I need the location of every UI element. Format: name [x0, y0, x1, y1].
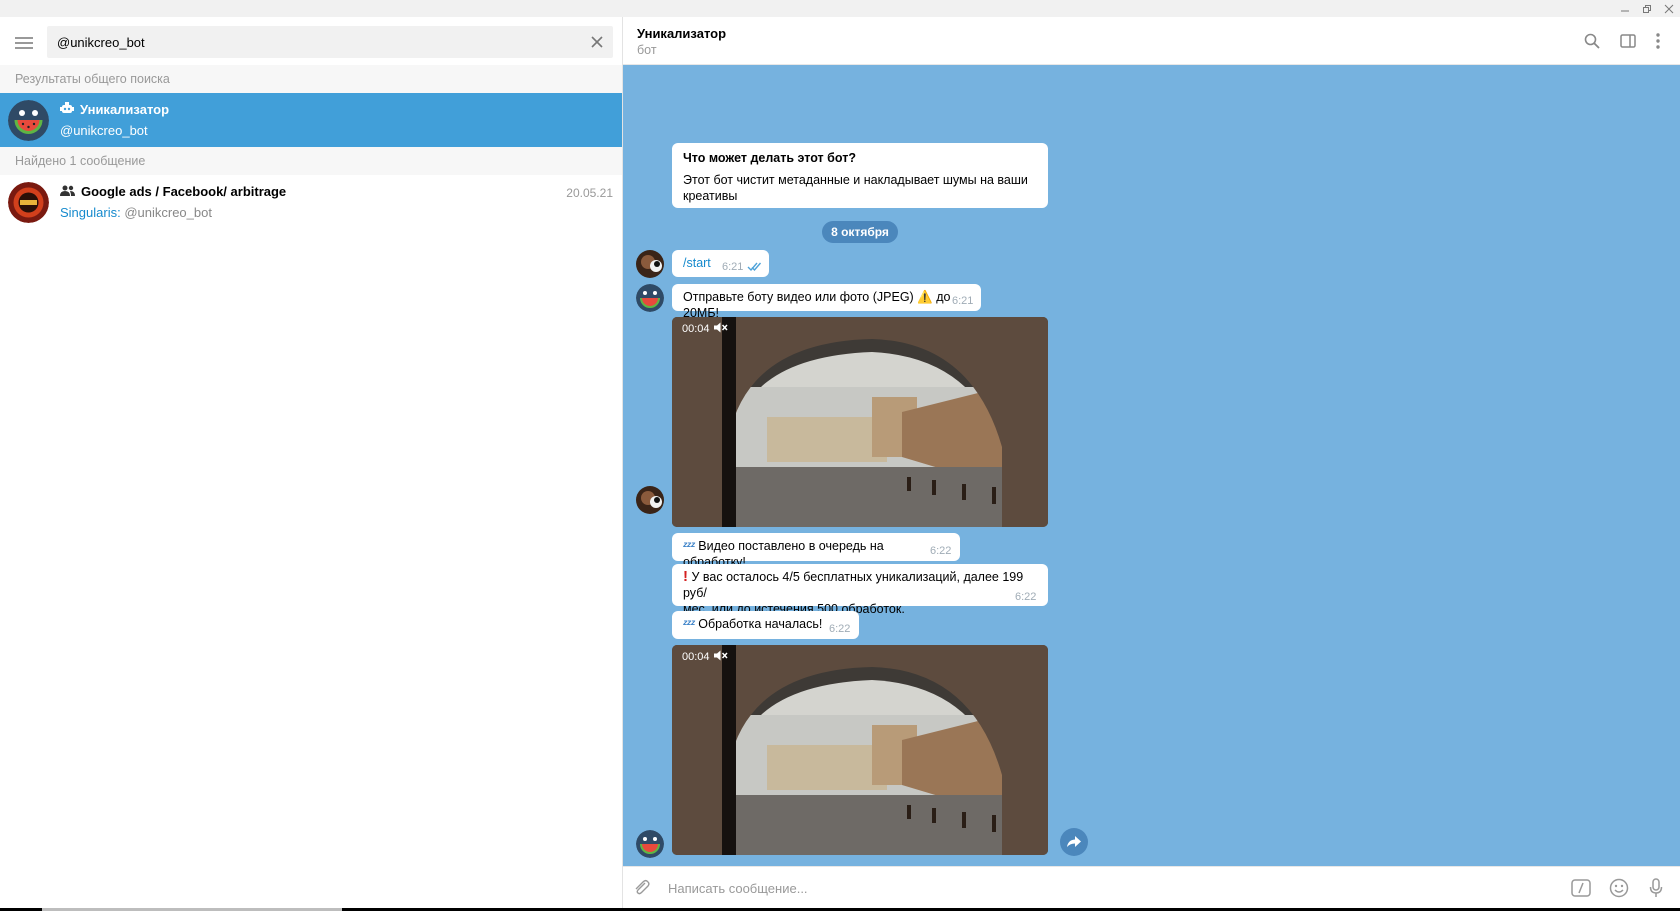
snippet-author: Singularis: [60, 205, 121, 220]
title-bar [0, 0, 1680, 17]
group-icon [60, 184, 75, 199]
message-composer [623, 866, 1680, 908]
search-result-message[interactable]: Google ads / Facebook/ arbitrage 20.05.2… [0, 175, 622, 229]
message-text: Обработка началась! [698, 617, 823, 631]
emoji-icon[interactable] [1607, 876, 1631, 900]
result-title-text: Google ads / Facebook/ arbitrage [81, 184, 287, 199]
share-arrow-icon[interactable] [1060, 828, 1088, 856]
message-bubble[interactable]: ᶻᶻᶻ Обработка началась! 6:22 [672, 611, 859, 639]
sleeping-emoji: ᶻᶻᶻ [683, 539, 695, 553]
telegram-window: Результаты общего поиска Уникализатор @u… [0, 0, 1680, 908]
paperclip-icon[interactable] [630, 876, 654, 900]
search-icon[interactable] [1580, 29, 1604, 53]
message-history[interactable]: Что может делать этот бот? Этот бот чист… [623, 65, 1680, 866]
result-snippet: Singularis: @unikcreo_bot [60, 205, 212, 220]
message-time: 6:21 [952, 295, 974, 307]
microphone-icon[interactable] [1644, 876, 1668, 900]
bot-command-icon[interactable] [1569, 876, 1593, 900]
mute-icon[interactable] [713, 650, 728, 664]
bot-intro-title: Что может делать этот бот? [683, 151, 856, 165]
bot-avatar[interactable] [636, 830, 664, 858]
global-results-header: Результаты общего поиска [0, 65, 622, 93]
exclamation-emoji: ! [683, 568, 688, 585]
chat-header[interactable]: Уникализатор бот [623, 17, 1680, 65]
bot-avatar[interactable] [636, 284, 664, 312]
message-input[interactable] [668, 875, 1468, 901]
bot-command-link[interactable]: /start [683, 256, 711, 270]
sleeping-emoji: ᶻᶻᶻ [683, 617, 695, 631]
message-bubble[interactable]: ! У вас осталось 4/5 бесплатных уникализ… [672, 564, 1048, 616]
search-result-bot[interactable]: Уникализатор @unikcreo_bot [0, 93, 622, 147]
date-separator: 8 октября [822, 221, 898, 243]
video-thumbnail [672, 645, 1048, 855]
video-duration: 00:04 [682, 650, 728, 664]
user-avatar[interactable] [636, 486, 664, 514]
dialogs-panel: Результаты общего поиска Уникализатор @u… [0, 17, 623, 908]
video-message[interactable]: 00:04 [672, 317, 1048, 527]
result-title-text: Уникализатор [80, 102, 170, 117]
sidebar-toggle-icon[interactable] [1616, 29, 1640, 53]
message-time: 6:22 [829, 623, 851, 635]
bot-intro-card: Что может делать этот бот? Этот бот чист… [672, 143, 1048, 208]
message-time: 6:22 [1015, 591, 1037, 603]
chat-status: бот [637, 43, 657, 57]
message-bubble[interactable]: /start 6:21 [672, 250, 769, 277]
video-duration-text: 00:04 [682, 323, 710, 335]
message-bubble[interactable]: Отправьте боту видео или фото (JPEG) ⚠️ … [672, 284, 981, 320]
video-duration: 00:04 [682, 322, 728, 336]
avatar [8, 182, 49, 223]
messages-results-header: Найдено 1 сообщение [0, 147, 622, 175]
search-box [47, 26, 613, 58]
message-bubble[interactable]: ᶻᶻᶻ Видео поставлено в очередь на обрабо… [672, 533, 960, 569]
result-title: Google ads / Facebook/ arbitrage [60, 184, 286, 199]
chat-panel: Уникализатор бот Что может делать этот б… [623, 17, 1680, 908]
user-avatar[interactable] [636, 250, 664, 278]
message-time: 6:21 [722, 261, 744, 273]
video-thumbnail [672, 317, 1048, 527]
hamburger-icon[interactable] [12, 31, 36, 55]
message-time: 6:22 [930, 545, 952, 557]
chat-title[interactable]: Уникализатор [637, 26, 726, 41]
close-icon[interactable] [1658, 0, 1680, 17]
message-text-line1: У вас осталось 4/5 бесплатных уникализац… [683, 570, 1024, 600]
mute-icon[interactable] [713, 322, 728, 336]
snippet-text: @unikcreo_bot [124, 205, 212, 220]
restore-icon[interactable] [1636, 0, 1658, 17]
message-text: Отправьте боту видео или фото (JPEG) ⚠️ … [683, 290, 951, 320]
double-check-icon [747, 260, 762, 276]
video-message[interactable]: 00:04 [672, 645, 1048, 855]
result-title: Уникализатор [60, 102, 169, 117]
avatar [8, 100, 49, 141]
bot-icon [60, 102, 74, 117]
minimize-icon[interactable] [1614, 0, 1636, 17]
result-date: 20.05.21 [566, 186, 613, 200]
search-input[interactable] [57, 26, 577, 58]
result-username: @unikcreo_bot [60, 123, 148, 138]
close-icon[interactable] [587, 32, 607, 52]
video-duration-text: 00:04 [682, 651, 710, 663]
bot-intro-text: Этот бот чистит метаданные и накладывает… [683, 173, 1028, 203]
more-vertical-icon[interactable] [1646, 29, 1670, 53]
